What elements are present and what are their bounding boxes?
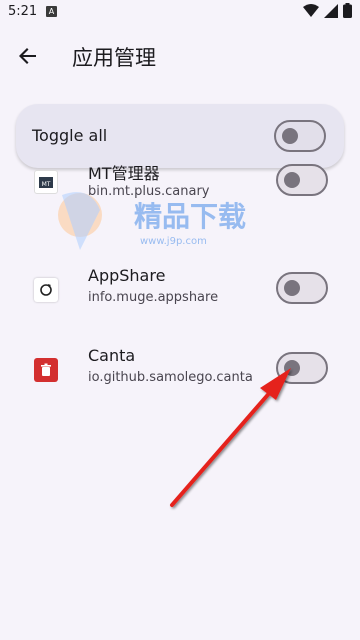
toggle-all-label: Toggle all [32,126,108,145]
arrow-back-icon [19,48,36,64]
switch-thumb [282,128,298,144]
status-bar: 5:21 A [0,0,360,24]
status-icons [303,3,352,18]
app-switch-mt-manager[interactable] [276,164,328,196]
notification-icon: A [46,6,57,17]
app-package: info.muge.appshare [88,290,219,305]
signal-icon [324,3,338,18]
wifi-icon [303,3,319,17]
switch-thumb [284,360,300,376]
watermark: 精品下载 www.j9p.com [50,180,280,260]
app-package: io.github.samolego.canta [88,370,253,385]
app-switch-appshare[interactable] [276,272,328,304]
switch-thumb [284,172,300,188]
appshare-icon [34,278,58,302]
list-item-canta[interactable]: Canta io.github.samolego.canta [0,336,360,408]
battery-icon [343,3,352,18]
app-switch-canta[interactable] [276,352,328,384]
page-title: 应用管理 [72,46,156,70]
watermark-url: www.j9p.com [140,236,207,247]
back-button[interactable] [12,40,44,72]
canta-trash-icon [34,358,58,382]
status-time: 5:21 [8,4,38,19]
toggle-all-switch[interactable] [274,120,326,152]
watermark-text: 精品下载 [134,200,246,233]
switch-thumb [284,280,300,296]
toggle-all-card[interactable]: Toggle all [16,104,344,168]
app-name: Canta [88,346,136,365]
app-name: AppShare [88,266,166,285]
list-item-appshare[interactable]: AppShare info.muge.appshare [0,256,360,328]
